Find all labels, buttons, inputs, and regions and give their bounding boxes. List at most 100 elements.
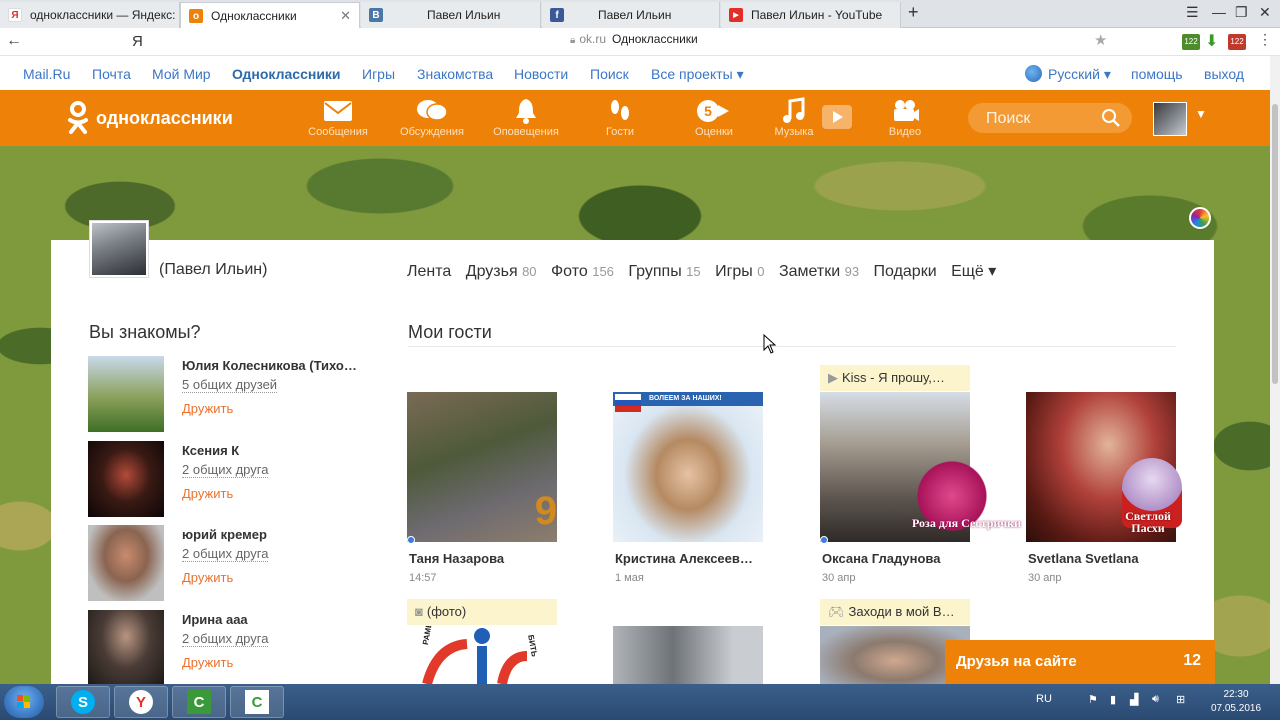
browser-menu-icon[interactable]: ☰ bbox=[1186, 4, 1199, 21]
add-friend-button[interactable]: Дружить bbox=[182, 655, 233, 670]
portal-link-odnoklassniki[interactable]: Одноклассники bbox=[232, 66, 341, 82]
suggestion-name[interactable]: Ирина ааа bbox=[182, 612, 372, 627]
battery-icon[interactable]: ▮ bbox=[1110, 693, 1116, 706]
menu-label: Заметки bbox=[778, 263, 841, 280]
nav-discussions[interactable]: Обсуждения bbox=[392, 96, 472, 138]
portal-link-mymir[interactable]: Мой Мир bbox=[152, 66, 211, 82]
portal-link-dating[interactable]: Знакомства bbox=[417, 66, 493, 82]
nav-video[interactable]: Видео bbox=[865, 96, 945, 138]
browser-tab-facebook[interactable]: f Павел Ильин bbox=[542, 2, 720, 28]
nav-ratings[interactable]: 5 Оценки bbox=[674, 96, 754, 138]
mutual-friends-link[interactable]: 2 общих друга bbox=[182, 546, 269, 562]
network-icon[interactable]: ▟ bbox=[1130, 693, 1138, 706]
guest-name[interactable]: Оксана Гладунова bbox=[822, 551, 972, 566]
chevron-down-icon[interactable]: ▼ bbox=[1195, 107, 1207, 121]
suggestion-name[interactable]: юрий кремер bbox=[182, 527, 372, 542]
cover-color-picker-icon[interactable] bbox=[1189, 207, 1211, 229]
browser-tab-youtube[interactable]: ▶ Павел Ильин - YouTube bbox=[721, 2, 901, 28]
back-arrow-icon[interactable]: ← bbox=[6, 32, 22, 50]
guest-name[interactable]: Кристина Алексеев… bbox=[615, 551, 765, 566]
action-center-flag-icon[interactable]: ⚑ bbox=[1088, 693, 1098, 706]
search-icon[interactable] bbox=[1102, 109, 1120, 130]
language-select[interactable]: Русский ▾ bbox=[1048, 66, 1111, 83]
portal-link-news[interactable]: Новости bbox=[514, 66, 568, 82]
menu-photos[interactable]: Фото 156 bbox=[551, 263, 614, 280]
suggestion-photo[interactable] bbox=[88, 441, 164, 517]
user-avatar[interactable] bbox=[1153, 102, 1187, 136]
bookmark-star-icon[interactable]: ★ bbox=[1094, 31, 1107, 49]
guest-photo[interactable]: 9 bbox=[407, 392, 557, 542]
close-window-icon[interactable]: ✕ bbox=[1259, 4, 1271, 21]
suggestion-name[interactable]: Ксения К bbox=[182, 443, 372, 458]
logout-link[interactable]: выход bbox=[1204, 66, 1244, 82]
help-link[interactable]: помощь bbox=[1131, 66, 1183, 82]
browser-tab-odnoklassniki[interactable]: о Одноклассники ✕ bbox=[180, 2, 360, 29]
close-tab-icon[interactable]: ✕ bbox=[340, 8, 351, 24]
restore-window-icon[interactable]: ❐ bbox=[1235, 4, 1248, 21]
scrollbar-thumb[interactable] bbox=[1272, 104, 1278, 384]
guest-photo[interactable]: ВОЛЕЕМ ЗА НАШИХ! bbox=[613, 392, 763, 542]
system-clock[interactable]: 22:30 07.05.2016 bbox=[1206, 688, 1266, 716]
address-text: 🔒︎ ok.ru Одноклассники bbox=[570, 32, 698, 46]
guest-status[interactable]: ◙ (фото) bbox=[407, 599, 557, 625]
add-friend-button[interactable]: Дружить bbox=[182, 486, 233, 501]
menu-count: 156 bbox=[592, 264, 614, 279]
nav-notifications[interactable]: Оповещения bbox=[486, 96, 566, 138]
suggestion-photo[interactable] bbox=[88, 356, 164, 432]
suggestion-photo[interactable] bbox=[88, 525, 164, 601]
menu-gifts[interactable]: Подарки bbox=[874, 263, 937, 280]
nav-guests[interactable]: Гости bbox=[580, 96, 660, 138]
nav-messages[interactable]: Сообщения bbox=[298, 96, 378, 138]
ok-logo[interactable]: одноклассники bbox=[66, 100, 233, 136]
download-icon[interactable]: ⬇ bbox=[1205, 31, 1218, 51]
guest-name[interactable]: Svetlana Svetlana bbox=[1028, 551, 1178, 566]
taskbar-camtasia[interactable]: C bbox=[172, 686, 226, 718]
suggestion-photo[interactable] bbox=[88, 610, 164, 686]
input-language[interactable]: RU bbox=[1036, 693, 1052, 705]
browser-settings-icon[interactable]: ⋮ bbox=[1258, 31, 1272, 48]
taskbar-yandex-browser[interactable]: Y bbox=[114, 686, 168, 718]
guest-status[interactable]: ▶ Kiss - Я прошу,… bbox=[820, 365, 970, 391]
mutual-friends-link[interactable]: 2 общих друга bbox=[182, 462, 269, 478]
ok-search-input[interactable]: Поиск bbox=[968, 103, 1132, 133]
portal-link-search[interactable]: Поиск bbox=[590, 66, 629, 82]
mutual-friends-link[interactable]: 2 общих друга bbox=[182, 631, 269, 647]
suggestion-name[interactable]: Юлия Колесникова (Тихо… bbox=[182, 358, 372, 373]
menu-more[interactable]: Ещё ▾ bbox=[951, 263, 996, 280]
extension-badge-icon[interactable]: 122 bbox=[1182, 34, 1200, 50]
yandex-logo-icon[interactable]: Я bbox=[132, 33, 143, 50]
extension-badge-icon[interactable]: 122 bbox=[1228, 34, 1246, 50]
taskbar-camtasia-recorder[interactable]: C bbox=[230, 686, 284, 718]
new-tab-plus-icon[interactable]: + bbox=[908, 2, 919, 23]
browser-tab-vk[interactable]: В Павел Ильин bbox=[361, 2, 541, 28]
windows-start-button[interactable] bbox=[4, 686, 44, 718]
menu-notes[interactable]: Заметки 93 bbox=[779, 263, 859, 280]
minimize-window-icon[interactable]: — bbox=[1212, 4, 1226, 20]
menu-friends[interactable]: Друзья 80 bbox=[466, 263, 537, 280]
guest-photo[interactable]: Светлой Пасхи bbox=[1026, 392, 1182, 542]
portal-link-games[interactable]: Игры bbox=[362, 66, 395, 82]
menu-games[interactable]: Игры 0 bbox=[715, 263, 764, 280]
browser-tab-yandex[interactable]: Я одноклассники — Яндекс: н bbox=[0, 2, 180, 28]
taskbar-skype[interactable]: S bbox=[56, 686, 110, 718]
windows-update-icon[interactable]: ⊞ bbox=[1176, 693, 1185, 706]
mutual-friends-link[interactable]: 5 общих друзей bbox=[182, 377, 278, 393]
guest-photo[interactable] bbox=[613, 626, 763, 684]
portal-link-all-projects[interactable]: Все проекты ▾ bbox=[651, 66, 744, 83]
menu-groups[interactable]: Группы 15 bbox=[628, 263, 700, 280]
guest-photo[interactable]: РАМЕ БИТЬ bbox=[407, 626, 557, 684]
add-friend-button[interactable]: Дружить bbox=[182, 401, 233, 416]
page-scrollbar[interactable] bbox=[1270, 56, 1280, 684]
guest-photo[interactable]: Роза для Сестрички bbox=[820, 392, 1021, 542]
add-friend-button[interactable]: Дружить bbox=[182, 570, 233, 585]
video-play-icon[interactable] bbox=[822, 105, 852, 129]
portal-link-mail[interactable]: Почта bbox=[92, 66, 131, 82]
volume-icon[interactable]: 🔊︎ bbox=[1152, 693, 1159, 706]
profile-avatar[interactable] bbox=[89, 220, 149, 278]
profile-name[interactable]: (Павел Ильин) bbox=[159, 261, 267, 279]
guest-status[interactable]: 🎮︎ Заходи в мой В… bbox=[820, 599, 970, 625]
portal-link-mailru[interactable]: Mail.Ru bbox=[23, 66, 70, 82]
guest-name[interactable]: Таня Назарова bbox=[409, 551, 559, 566]
menu-feed[interactable]: Лента bbox=[407, 263, 451, 280]
friends-online-panel[interactable]: Друзья на сайте 12 bbox=[945, 640, 1215, 684]
